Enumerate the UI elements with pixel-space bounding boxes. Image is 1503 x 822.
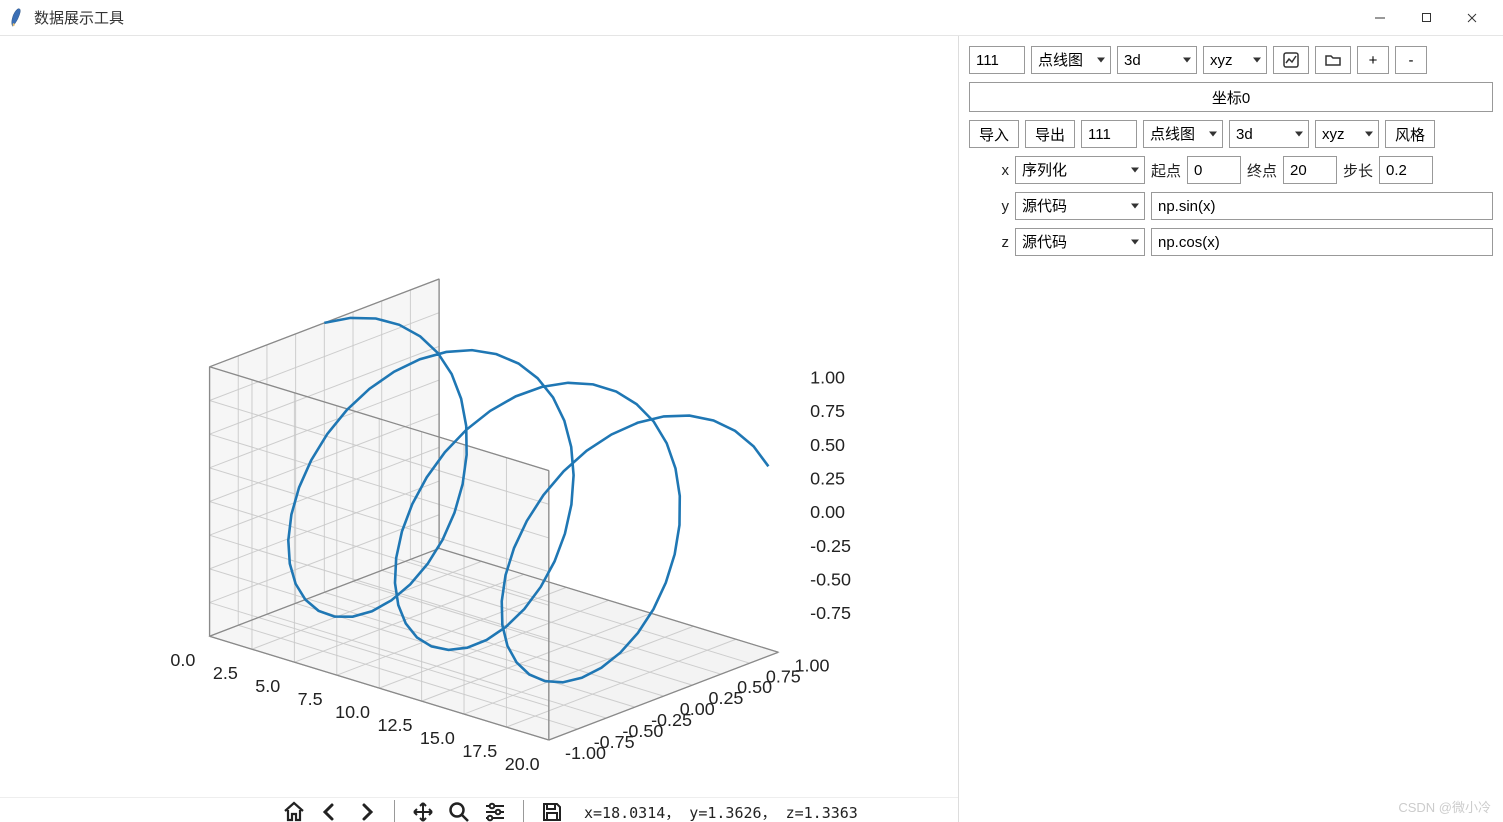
x-end-label: 终点 — [1247, 160, 1277, 181]
chart-type-select[interactable]: 点线图 — [1031, 46, 1111, 74]
close-button[interactable] — [1449, 2, 1495, 34]
subplot-code-input[interactable] — [969, 46, 1025, 74]
home-icon[interactable] — [280, 798, 308, 822]
app-icon — [8, 9, 26, 27]
maximize-button[interactable] — [1403, 2, 1449, 34]
svg-text:1.00: 1.00 — [810, 367, 845, 387]
z-expression-input[interactable] — [1151, 228, 1493, 256]
svg-text:1.00: 1.00 — [795, 655, 830, 675]
folder-icon — [1324, 51, 1342, 69]
svg-text:20.0: 20.0 — [505, 754, 540, 774]
remove-button[interactable]: - — [1395, 46, 1427, 74]
toolbar-separator — [394, 800, 395, 822]
x-start-input[interactable] — [1187, 156, 1241, 184]
content-area: 0.0 2.5 5.0 7.5 10.0 12.5 15.0 17.5 20.0 - 1.00 -0.… — [0, 36, 1503, 822]
draw-button[interactable] — [1273, 46, 1309, 74]
x-start-label: 起点 — [1151, 160, 1181, 181]
top-control-row: 点线图 3d xyz + - — [969, 46, 1493, 74]
sub-control-row: 导入 导出 点线图 3d xyz 风格 — [969, 120, 1493, 148]
svg-text:10.0: 10.0 — [335, 702, 370, 722]
export-button[interactable]: 导出 — [1025, 120, 1075, 148]
svg-text:15.0: 15.0 — [420, 728, 455, 748]
y-axis-row: y 源代码 — [969, 192, 1493, 220]
z-mode-select[interactable]: 源代码 — [1015, 228, 1145, 256]
projection-select[interactable]: 3d — [1117, 46, 1197, 74]
y-label: y — [969, 198, 1009, 215]
matplotlib-toolbar: x=18.0314， y=1.3626， z=1.3363 — [0, 797, 958, 822]
save-icon[interactable] — [538, 798, 566, 822]
sub-subplot-code-input[interactable] — [1081, 120, 1137, 148]
svg-text:-0.75: -0.75 — [810, 603, 851, 623]
sub-projection-select[interactable]: 3d — [1229, 120, 1309, 148]
zoom-icon[interactable] — [445, 798, 473, 822]
x-axis-row: x 序列化 起点 终点 步长 — [969, 156, 1493, 184]
forward-icon[interactable] — [352, 798, 380, 822]
z-axis-row: z 源代码 — [969, 228, 1493, 256]
plot-panel: 0.02.55.07.510.012.515.017.520.0-1.00-0.… — [0, 36, 958, 822]
import-button[interactable]: 导入 — [969, 120, 1019, 148]
svg-text:5.0: 5.0 — [255, 676, 280, 696]
svg-text:2.5: 2.5 — [213, 663, 238, 683]
svg-text:-0.50: -0.50 — [810, 570, 851, 590]
coordinate-tab-button[interactable]: 坐标0 — [969, 82, 1493, 112]
svg-text:0.25: 0.25 — [810, 469, 845, 489]
x-step-input[interactable] — [1379, 156, 1433, 184]
y-mode-select[interactable]: 源代码 — [1015, 192, 1145, 220]
pan-icon[interactable] — [409, 798, 437, 822]
z-label: z — [969, 234, 1009, 251]
svg-text:0.0: 0.0 — [170, 650, 195, 670]
app-window: 数据展示工具 0.0 2.5 5.0 7.5 10.0 12.5 15.0 17.5 20.0 -… — [0, 0, 1503, 822]
x-mode-select[interactable]: 序列化 — [1015, 156, 1145, 184]
sub-axes-mode-select[interactable]: xyz — [1315, 120, 1379, 148]
y-expression-input[interactable] — [1151, 192, 1493, 220]
svg-text:-0.25: -0.25 — [810, 536, 851, 556]
window-title: 数据展示工具 — [34, 7, 1357, 28]
plot-canvas[interactable]: 0.02.55.07.510.012.515.017.520.0-1.00-0.… — [0, 36, 958, 797]
svg-text:7.5: 7.5 — [298, 689, 323, 709]
svg-text:0.75: 0.75 — [810, 401, 845, 421]
configure-icon[interactable] — [481, 798, 509, 822]
axes-mode-select[interactable]: xyz — [1203, 46, 1267, 74]
svg-text:0.00: 0.00 — [810, 502, 845, 522]
x-end-input[interactable] — [1283, 156, 1337, 184]
window-controls — [1357, 2, 1495, 34]
style-button[interactable]: 风格 — [1385, 120, 1435, 148]
svg-text:17.5: 17.5 — [462, 741, 497, 761]
control-panel: 点线图 3d xyz + - 坐标0 导入 导出 点线图 3d xyz — [958, 36, 1503, 822]
svg-text:12.5: 12.5 — [377, 715, 412, 735]
x-step-label: 步长 — [1343, 160, 1373, 181]
cursor-coordinates: x=18.0314， y=1.3626， z=1.3363 — [584, 802, 858, 822]
open-button[interactable] — [1315, 46, 1351, 74]
add-button[interactable]: + — [1357, 46, 1389, 74]
watermark: CSDN @微小冷 — [1398, 797, 1491, 816]
x-label: x — [969, 162, 1009, 179]
minimize-button[interactable] — [1357, 2, 1403, 34]
back-icon[interactable] — [316, 798, 344, 822]
sub-chart-type-select[interactable]: 点线图 — [1143, 120, 1223, 148]
titlebar: 数据展示工具 — [0, 0, 1503, 36]
draw-icon — [1282, 51, 1300, 69]
toolbar-separator — [523, 800, 524, 822]
svg-text:0.50: 0.50 — [810, 435, 845, 455]
